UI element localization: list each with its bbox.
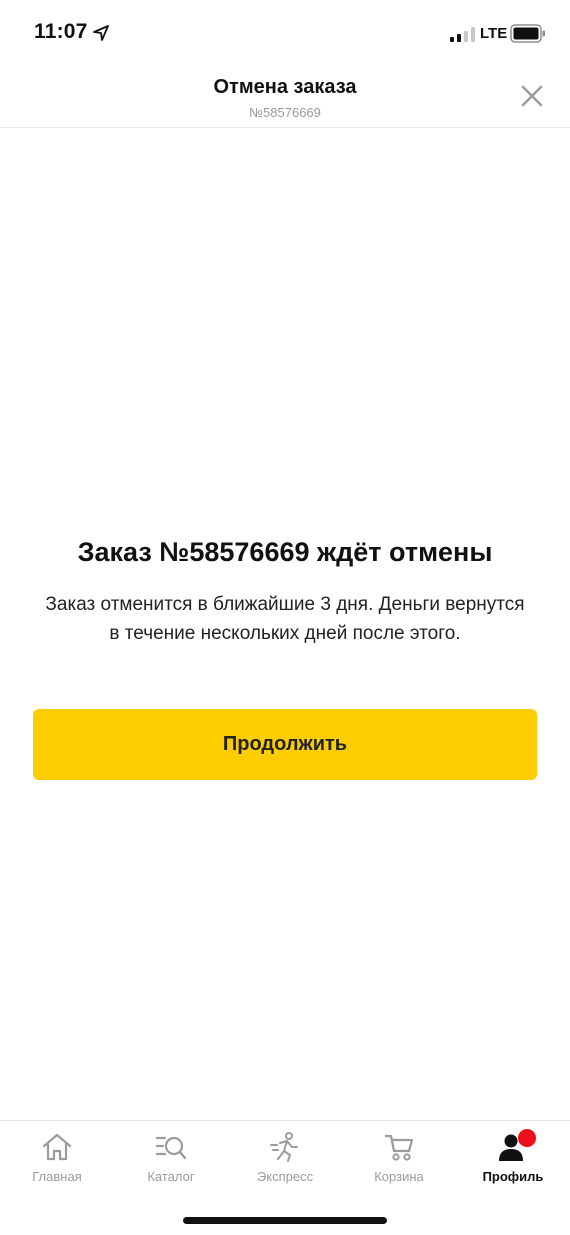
status-bar: 11:07 LTE	[0, 0, 570, 66]
home-indicator	[183, 1217, 387, 1224]
cancellation-title: Заказ №58576669 ждёт отмены	[77, 537, 493, 567]
cart-icon	[384, 1134, 414, 1161]
nav-item-profile[interactable]: Профиль	[456, 1121, 570, 1190]
status-time: 11:07	[34, 20, 88, 43]
signal-icon	[450, 27, 475, 42]
home-icon	[42, 1133, 72, 1161]
nav-label-home: Главная	[32, 1169, 82, 1184]
screen: 11:07 LTE Отмена заказа №58576669 Заказ …	[0, 0, 570, 1235]
express-runner-icon	[270, 1132, 298, 1162]
nav-label-catalog: Каталог	[147, 1169, 195, 1184]
close-icon	[521, 85, 543, 107]
network-label: LTE	[480, 25, 508, 42]
nav-item-catalog[interactable]: Каталог	[114, 1121, 228, 1190]
cancellation-description: Заказ отменится в ближайшие 3 дня. Деньг…	[45, 594, 525, 644]
location-arrow-icon	[93, 25, 109, 41]
order-number-subtitle: №58576669	[249, 105, 321, 120]
continue-button[interactable]: Продолжить	[33, 709, 537, 780]
nav-label-profile: Профиль	[482, 1169, 544, 1184]
nav-label-cart: Корзина	[374, 1169, 424, 1184]
battery-icon	[510, 24, 545, 43]
nav-label-express: Экспресс	[256, 1169, 314, 1184]
nav-item-cart[interactable]: Корзина	[342, 1121, 456, 1190]
close-button[interactable]	[512, 80, 552, 112]
nav-item-home[interactable]: Главная	[0, 1121, 114, 1190]
catalog-search-icon	[155, 1136, 187, 1160]
notification-badge	[518, 1129, 536, 1147]
page-title: Отмена заказа	[213, 76, 357, 98]
bottom-nav: Главная Каталог Экспресс Корзина Профиль	[0, 1120, 570, 1190]
nav-item-express[interactable]: Экспресс	[228, 1121, 342, 1190]
header: Отмена заказа №58576669	[0, 66, 570, 128]
